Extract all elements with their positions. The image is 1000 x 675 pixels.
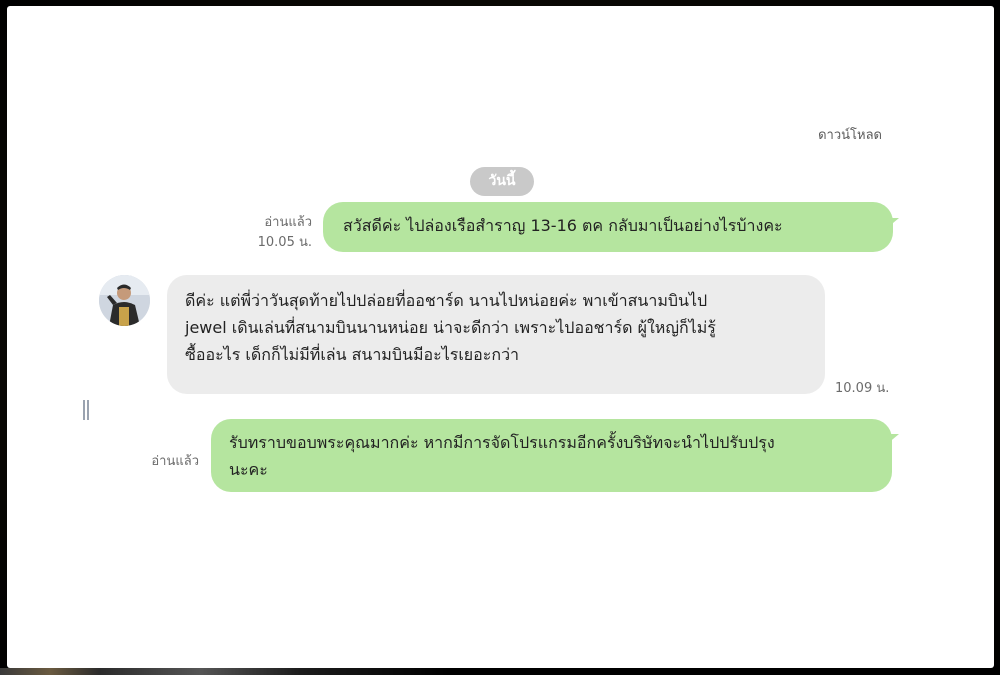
read-status: อ่านแล้ว bbox=[151, 454, 199, 469]
message-line: นะคะ bbox=[229, 460, 268, 479]
scroll-handle[interactable] bbox=[83, 400, 91, 420]
outgoing-message-bubble[interactable]: รับทราบขอบพระคุณมากค่ะ หากมีการจัดโปรแกร… bbox=[211, 419, 892, 492]
download-link[interactable]: ดาวน์โหลด bbox=[818, 124, 882, 145]
message-line: รับทราบขอบพระคุณมากค่ะ หากมีการจัดโปรแกร… bbox=[229, 433, 775, 452]
message-time: 10.09 น. bbox=[835, 381, 890, 396]
chat-window: ดาวน์โหลด วันนี้ อ่านแล้ว 10.05 น. สวัสด… bbox=[7, 6, 994, 668]
message-text: สวัสดีค่ะ ไปล่องเรือสำราญ 13-16 ตค กลับม… bbox=[343, 216, 783, 235]
avatar-image bbox=[99, 275, 150, 326]
message-line: ดีค่ะ แต่พี่ว่าวันสุดท้ายไปปล่อยที่ออชาร… bbox=[185, 291, 708, 310]
outgoing-message-bubble[interactable]: สวัสดีค่ะ ไปล่องเรือสำราญ 13-16 ตค กลับม… bbox=[323, 202, 893, 252]
message-time: 10.05 น. bbox=[257, 235, 312, 250]
message-meta: อ่านแล้ว 10.05 น. bbox=[232, 213, 312, 253]
read-status: อ่านแล้ว bbox=[264, 215, 312, 230]
date-separator: วันนี้ bbox=[470, 167, 534, 196]
bubble-tail bbox=[887, 218, 899, 228]
incoming-message-bubble[interactable]: ดีค่ะ แต่พี่ว่าวันสุดท้ายไปปล่อยที่ออชาร… bbox=[167, 275, 825, 394]
contact-avatar[interactable] bbox=[99, 275, 150, 326]
message-line: jewel เดินเล่นที่สนามบินนานหน่อย น่าจะดี… bbox=[185, 318, 716, 337]
message-line: ซื้ออะไร เด็กก็ไม่มีที่เล่น สนามบินมีอะไ… bbox=[185, 345, 520, 364]
bottom-strip bbox=[0, 668, 1000, 675]
bubble-tail bbox=[887, 434, 899, 444]
